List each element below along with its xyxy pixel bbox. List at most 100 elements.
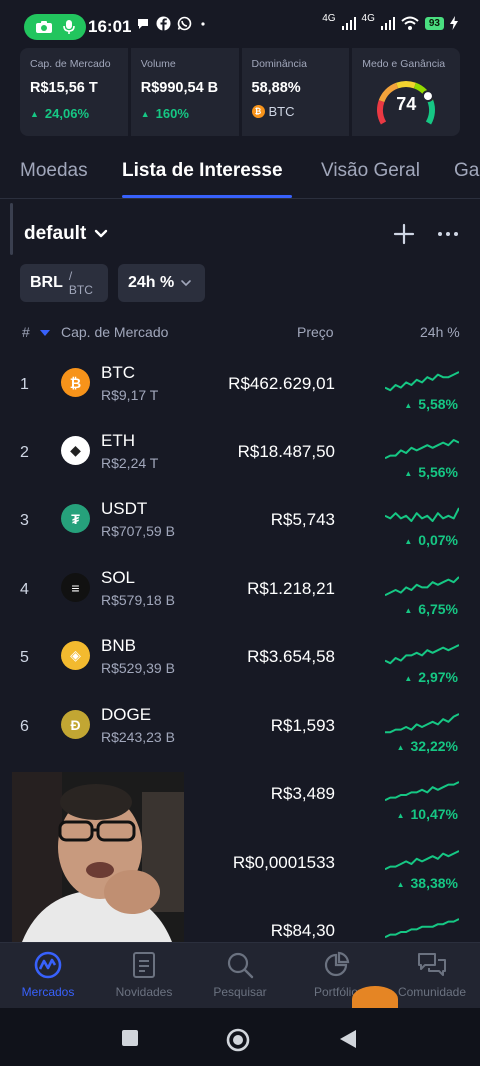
solana-icon: ≡	[61, 573, 90, 602]
currency-primary: BRL	[30, 274, 63, 291]
coin-price: R$5,743	[270, 510, 335, 529]
tab-lista-de-interesse[interactable]: Lista de Interesse	[122, 160, 283, 182]
market-cap-card[interactable]: Cap. de Mercado R$15,56 T ▲ 24,06%	[20, 48, 128, 136]
timeframe-selector[interactable]: 24h %	[118, 264, 205, 302]
coin-rank: 3	[20, 512, 29, 529]
facebook-icon	[156, 16, 171, 31]
coin-market-cap: R$707,59 B	[101, 523, 175, 539]
scroll-indicator	[10, 203, 13, 255]
watchlist-name: default	[24, 223, 87, 244]
coin-price: R$462.629,01	[228, 374, 335, 393]
coin-change: 38,38%	[397, 875, 458, 891]
tab-bar: Moedas Lista de Interesse Visão Geral Ga	[0, 150, 480, 198]
sparkline-chart	[385, 576, 459, 597]
recent-apps-button[interactable]	[120, 1028, 140, 1048]
status-bar: 16:01 4G 4G 93	[0, 0, 480, 52]
more-options-button[interactable]	[436, 222, 460, 246]
notification-icons	[136, 16, 208, 31]
sparkline-chart	[385, 713, 459, 734]
sort-down-icon	[39, 330, 50, 336]
nav-search-label: Pesquisar	[213, 985, 267, 999]
market-cap-column-header[interactable]: Cap. de Mercado	[61, 324, 168, 340]
market-cap-change: ▲ 24,06%	[30, 106, 118, 121]
watchlist-selector[interactable]: default	[24, 223, 108, 245]
nav-search[interactable]: Pesquisar	[192, 951, 288, 999]
sparkline-chart	[385, 439, 459, 460]
dominance-coin-label: BTC	[268, 104, 295, 119]
coin-change: 10,47%	[397, 806, 458, 822]
price-column-header[interactable]: Preço	[297, 324, 334, 340]
coin-row[interactable]: 2 ◆ ETH R$2,24 T R$18.487,50 5,56%	[0, 426, 480, 494]
nav-community[interactable]: Comunidade	[384, 951, 480, 999]
coin-row[interactable]: 5 ◈ BNB R$529,39 B R$3.654,58 2,97%	[0, 631, 480, 699]
sparkline-chart	[385, 918, 459, 939]
coin-row[interactable]: 4 ≡ SOL R$579,18 B R$1.218,21 6,75%	[0, 563, 480, 631]
up-arrow-icon: ▲	[140, 108, 150, 119]
coin-change: 32,22%	[397, 738, 458, 754]
camera-overlay[interactable]	[12, 772, 184, 942]
coin-price: R$3.654,58	[247, 647, 335, 666]
market-cap-value: R$15,56 T	[30, 80, 98, 96]
chevron-down-icon	[181, 280, 192, 287]
add-coin-button[interactable]	[392, 220, 416, 248]
sparkline-path	[385, 918, 459, 939]
bottom-navigation: Mercados Novidades Pesquisar Portfólio C…	[0, 942, 480, 1008]
portfolio-icon	[324, 951, 350, 977]
coin-row[interactable]: 3 ₮ USDT R$707,59 B R$5,743 0,07%	[0, 494, 480, 562]
coin-row[interactable]: 6 Ð DOGE R$243,23 B R$1,593 32,22%	[0, 700, 480, 768]
tab-moedas[interactable]: Moedas	[20, 160, 88, 182]
sparkline-chart	[385, 371, 459, 392]
coin-rank: 4	[20, 581, 29, 598]
market-cap-label: Cap. de Mercado	[30, 58, 111, 70]
battery-level: 93	[424, 16, 444, 30]
fear-greed-value: 74	[396, 94, 417, 114]
back-button[interactable]	[338, 1028, 358, 1050]
volume-label: Volume	[140, 58, 176, 70]
tab-partial[interactable]: Ga	[454, 160, 479, 182]
nav-news[interactable]: Novidades	[96, 951, 192, 999]
chat-bubble-icon	[138, 18, 148, 29]
sparkline-chart	[385, 507, 459, 522]
nav-community-label: Comunidade	[397, 985, 467, 999]
coin-symbol: DOGE	[101, 705, 152, 724]
sparkline-chart	[385, 850, 459, 871]
currency-toggle[interactable]: BRL / BTC	[20, 264, 108, 302]
coin-change: 6,75%	[404, 601, 458, 617]
sparkline-path	[385, 850, 459, 871]
fear-greed-card[interactable]: Medo e Ganância 74	[352, 48, 460, 136]
signal-icon	[341, 17, 356, 30]
gauge-segment	[396, 81, 417, 89]
search-icon	[227, 952, 254, 979]
coin-price: R$84,30	[270, 921, 335, 940]
screen-recorder-indicator[interactable]	[24, 14, 86, 40]
rank-sort-header[interactable]: #	[22, 324, 50, 340]
dominance-card[interactable]: Dominância 58,88% ₿ BTC	[241, 48, 350, 136]
system-status: 4G 4G 93	[322, 12, 458, 30]
coin-row[interactable]: 1 ₿ BTC R$9,17 T R$462.629,01 5,58%	[0, 358, 480, 426]
network-type-1: 4G	[322, 12, 336, 24]
volume-card[interactable]: Volume R$990,54 B ▲ 160%	[130, 48, 239, 136]
volume-change: ▲ 160%	[141, 106, 229, 121]
news-icon	[133, 952, 155, 978]
dominance-label: Dominância	[251, 58, 307, 70]
sparkline-path	[385, 507, 459, 522]
tab-visao-geral[interactable]: Visão Geral	[321, 160, 420, 182]
rank-column-label: #	[22, 324, 30, 340]
system-navigation-bar	[0, 1008, 480, 1066]
chevron-down-icon	[95, 229, 108, 238]
home-button[interactable]	[226, 1028, 250, 1052]
signal-icon-2	[380, 17, 395, 30]
charging-icon	[450, 16, 458, 30]
dominance-value: 58,88%	[251, 80, 301, 96]
change-column-header[interactable]: 24h %	[420, 324, 460, 340]
sparkline-chart	[385, 644, 459, 665]
coin-change: 2,97%	[404, 669, 458, 685]
timeframe-label: 24h %	[128, 274, 175, 291]
nav-markets[interactable]: Mercados	[0, 951, 96, 999]
coin-symbol: BNB	[101, 636, 136, 655]
coin-market-cap: R$243,23 B	[101, 729, 175, 745]
currency-secondary: / BTC	[68, 269, 93, 297]
coin-rank: 5	[20, 649, 29, 666]
sparkline-path	[385, 644, 459, 665]
coin-market-cap: R$9,17 T	[101, 387, 159, 403]
